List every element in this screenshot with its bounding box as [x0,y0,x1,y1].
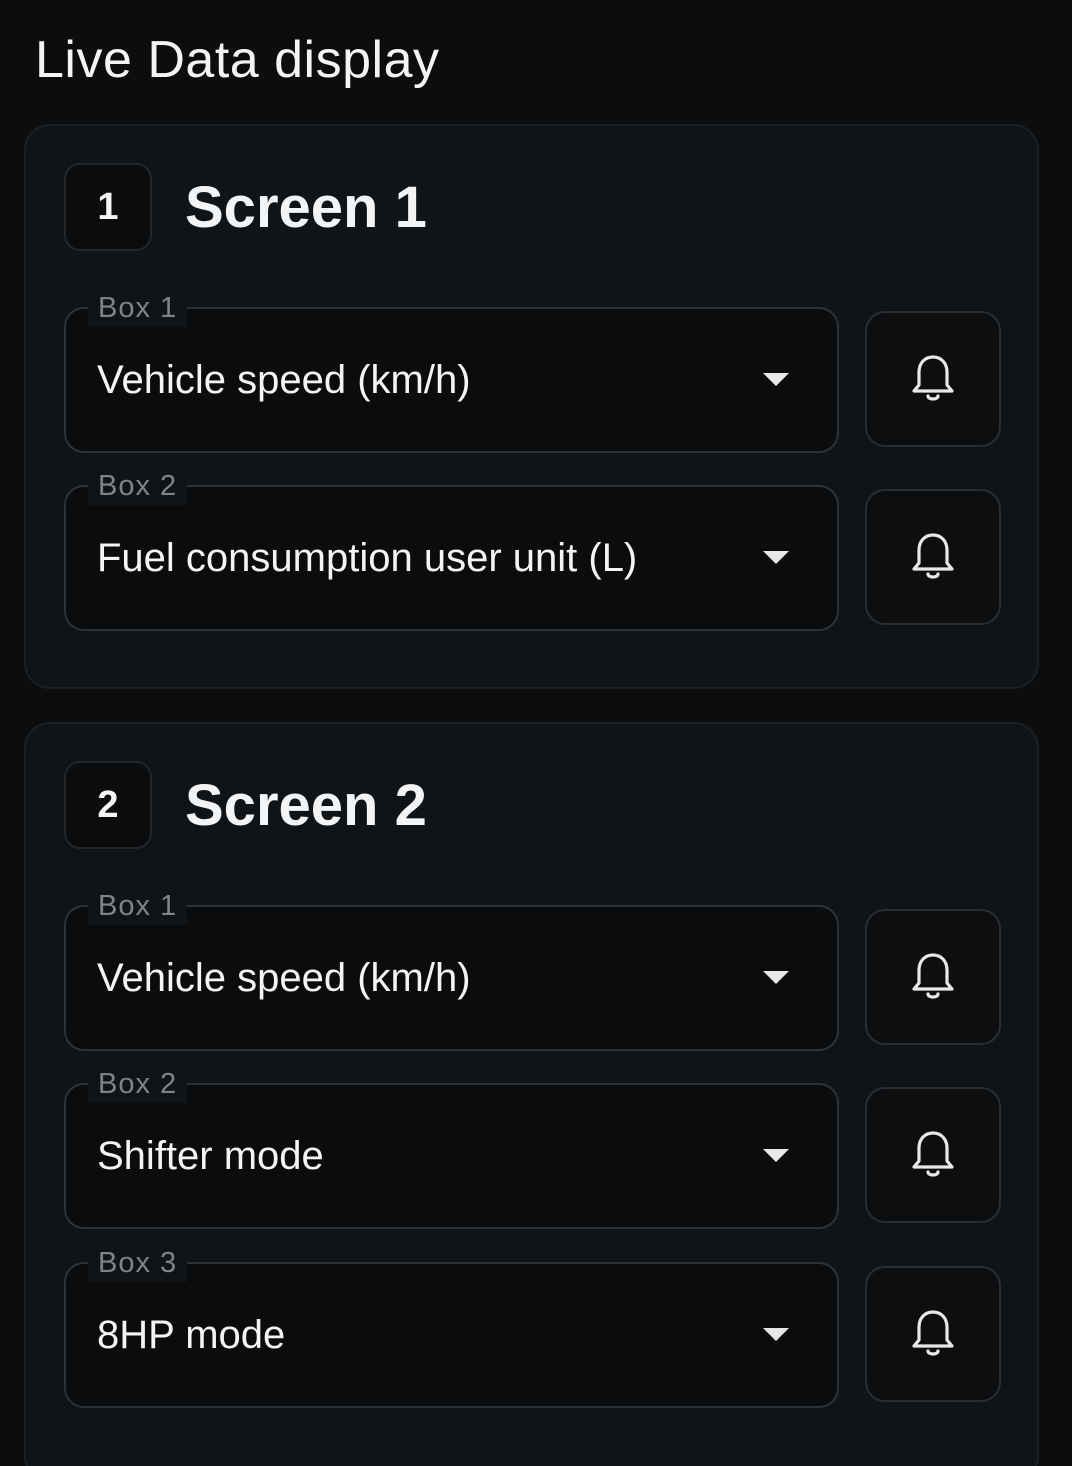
bell-icon [912,533,954,579]
chevron-down-icon [763,1149,789,1162]
box-select[interactable]: Box 1 Vehicle speed (km/h) [64,289,839,453]
box-value: Shifter mode [97,1133,324,1178]
box-row: Box 2 Shifter mode [64,1065,1004,1229]
screen-card-2: 2 Screen 2 Box 1 Vehicle speed (km/h) Bo… [24,722,1039,1466]
bell-icon [912,1131,954,1177]
screen-title: Screen 1 [185,174,427,240]
box-value: 8HP mode [97,1312,286,1357]
box-row: Box 1 Vehicle speed (km/h) [64,289,1004,453]
alert-button[interactable] [865,311,1001,447]
box-row: Box 1 Vehicle speed (km/h) [64,887,1004,1051]
screen-header: 2 Screen 2 [64,761,427,849]
box-value: Fuel consumption user unit (L) [97,535,638,580]
live-data-page: Live Data display 1 Screen 1 Box 1 Vehic… [0,0,1072,1466]
chevron-down-icon [763,551,789,564]
box-select[interactable]: Box 3 8HP mode [64,1244,839,1408]
screen-number-badge: 2 [64,761,152,849]
screen-header: 1 Screen 1 [64,163,427,251]
alert-button[interactable] [865,489,1001,625]
bell-icon [912,953,954,999]
alert-button[interactable] [865,1087,1001,1223]
screen-title: Screen 2 [185,772,427,838]
box-select[interactable]: Box 1 Vehicle speed (km/h) [64,887,839,1051]
bell-icon [912,355,954,401]
chevron-down-icon [763,971,789,984]
box-value: Vehicle speed (km/h) [97,955,471,1000]
page-title: Live Data display [35,31,440,89]
box-select[interactable]: Box 2 Fuel consumption user unit (L) [64,467,839,631]
chevron-down-icon [763,1328,789,1341]
alert-button[interactable] [865,909,1001,1045]
screen-card-1: 1 Screen 1 Box 1 Vehicle speed (km/h) Bo… [24,124,1039,689]
alert-button[interactable] [865,1266,1001,1402]
bell-icon [912,1310,954,1356]
screen-number-badge: 1 [64,163,152,251]
box-select[interactable]: Box 2 Shifter mode [64,1065,839,1229]
box-value: Vehicle speed (km/h) [97,357,471,402]
box-row: Box 3 8HP mode [64,1244,1004,1408]
box-row: Box 2 Fuel consumption user unit (L) [64,467,1004,631]
chevron-down-icon [763,373,789,386]
